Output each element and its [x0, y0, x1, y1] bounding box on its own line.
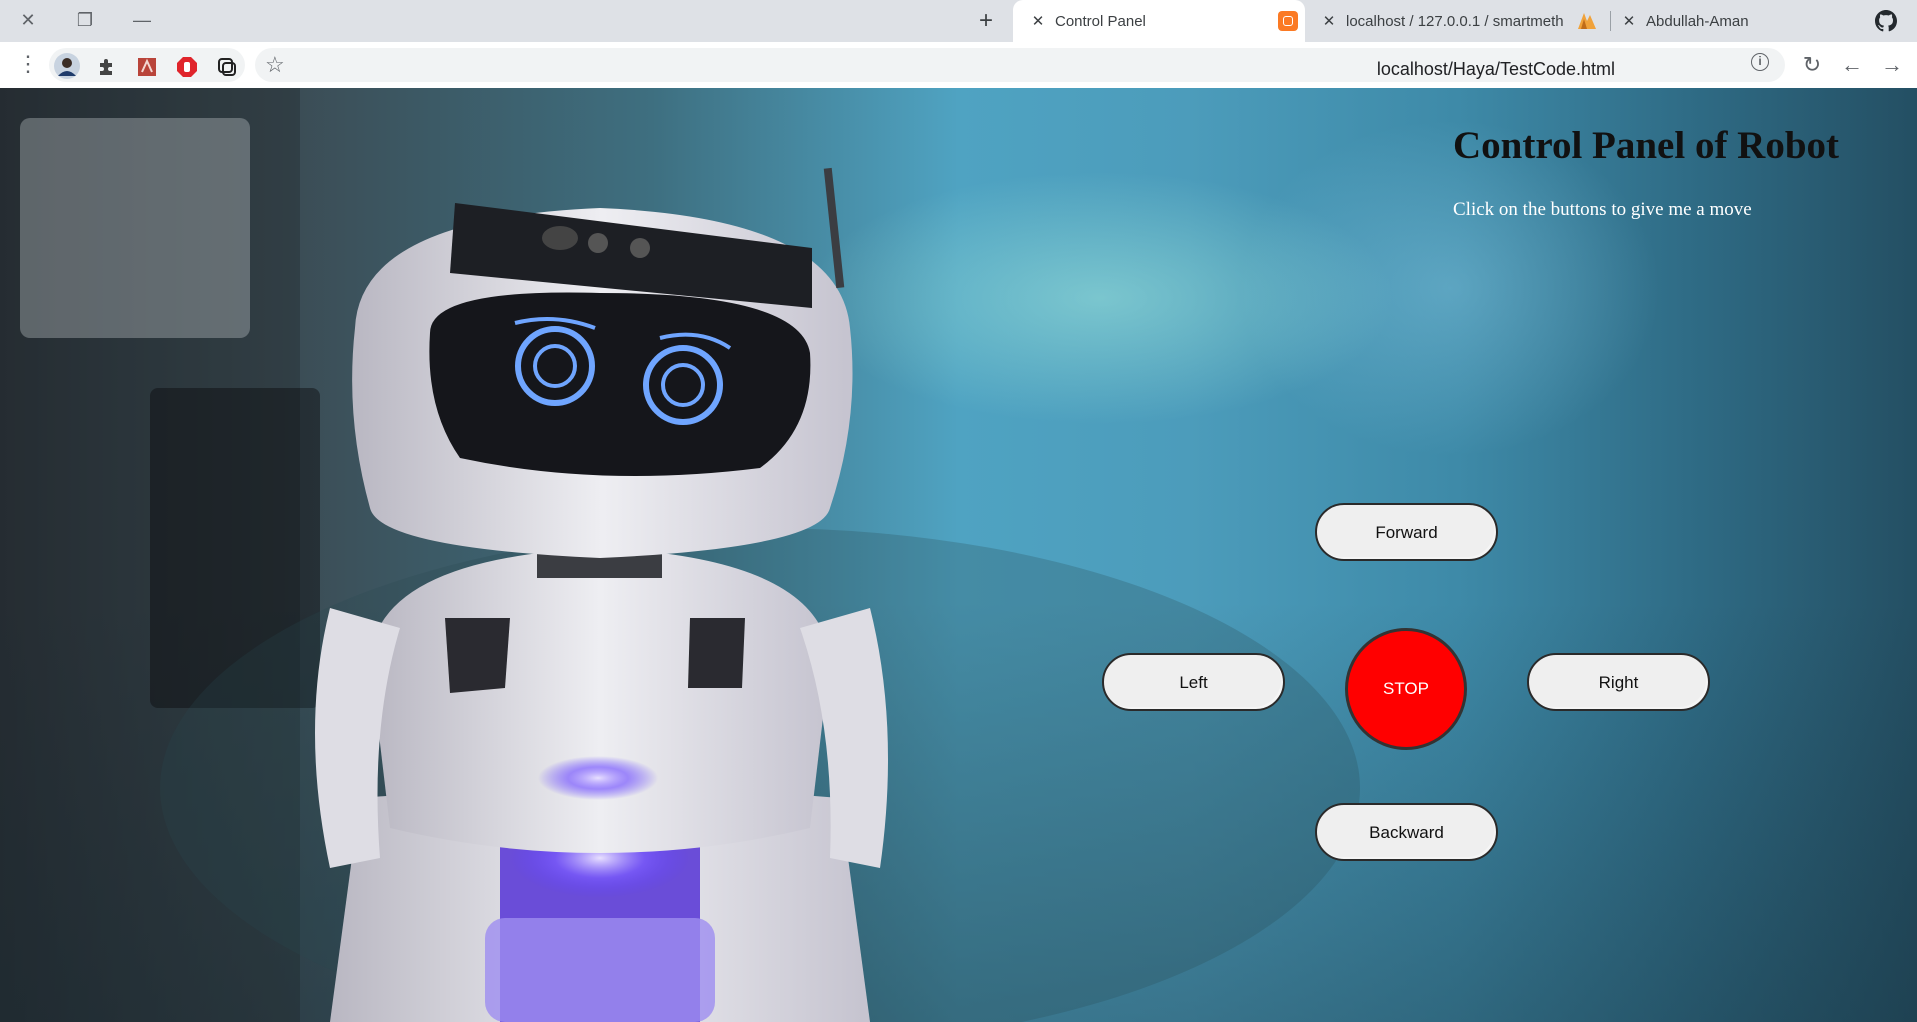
puzzle-icon[interactable]: [96, 56, 118, 78]
robot-background-image: [0, 88, 1360, 1022]
browser-toolbar: ⋮ localhost/Haya/TestCode.html ☆ i ↻ ← →: [0, 42, 1917, 89]
reload-icon[interactable]: ↻: [1799, 52, 1825, 78]
adblock-icon[interactable]: [176, 56, 198, 78]
backward-button[interactable]: Backward: [1315, 803, 1498, 861]
tab-phpmyadmin[interactable]: ✕ localhost / 127.0.0.1 / smartmeth: [1318, 0, 1573, 42]
new-tab-button[interactable]: +: [973, 8, 999, 34]
right-button[interactable]: Right: [1527, 653, 1710, 711]
close-tab-icon[interactable]: ✕: [1318, 12, 1340, 30]
tab-label: Control Panel: [1055, 12, 1146, 30]
left-button[interactable]: Left: [1102, 653, 1285, 711]
pdf-icon[interactable]: [136, 56, 158, 78]
tab-separator: [1610, 11, 1611, 31]
tab-label: localhost / 127.0.0.1 / smartmeth: [1346, 12, 1564, 30]
phpmyadmin-icon: [1578, 13, 1596, 29]
tab-label: Abdullah-Aman: [1646, 12, 1749, 30]
forward-button[interactable]: Forward: [1315, 503, 1498, 561]
back-icon[interactable]: ←: [1839, 52, 1865, 78]
extensions-group: [49, 48, 245, 82]
star-icon[interactable]: ☆: [265, 52, 285, 78]
page-title: Control Panel of Robot: [1453, 124, 1840, 167]
tab-abdullah-aman[interactable]: ✕ Abdullah-Aman: [1618, 0, 1848, 42]
github-icon: [1875, 10, 1897, 32]
profile-avatar-icon[interactable]: [54, 53, 80, 79]
tab-strip: ✕ ❐ — + ✕ Control Panel ✕ localhost / 12…: [0, 0, 1917, 42]
tab-control-panel[interactable]: ✕ Control Panel: [1013, 0, 1305, 42]
restore-icon[interactable]: ❐: [72, 8, 98, 32]
xampp-icon: [1278, 11, 1298, 31]
close-window-icon[interactable]: ✕: [15, 8, 41, 32]
address-bar[interactable]: localhost/Haya/TestCode.html: [255, 48, 1785, 82]
close-tab-icon[interactable]: ✕: [1618, 12, 1640, 30]
screenshot-icon[interactable]: [216, 56, 238, 78]
url-text[interactable]: localhost/Haya/TestCode.html: [1377, 59, 1615, 80]
page-subtitle: Click on the buttons to give me a move: [1453, 199, 1752, 220]
menu-icon[interactable]: ⋮: [17, 53, 39, 76]
page-viewport: Control Panel of Robot Click on the butt…: [0, 88, 1917, 1022]
close-tab-icon[interactable]: ✕: [1027, 12, 1049, 30]
forward-icon[interactable]: →: [1879, 52, 1905, 78]
info-icon[interactable]: i: [1751, 53, 1769, 71]
minimize-icon[interactable]: —: [129, 8, 155, 32]
stop-button[interactable]: STOP: [1345, 628, 1467, 750]
